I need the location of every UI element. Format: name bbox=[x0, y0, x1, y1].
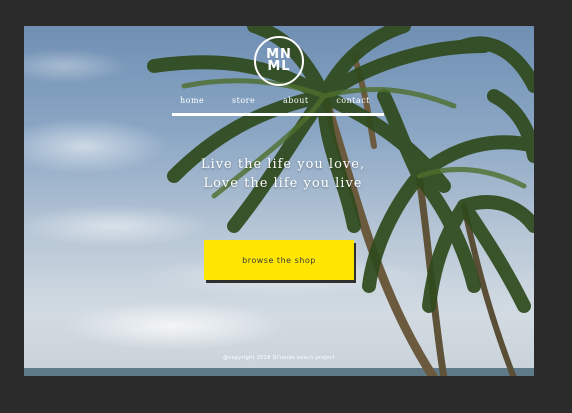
tagline-line-2: Love the life you live bbox=[203, 176, 363, 191]
tagline-line-1: Live the life you love, bbox=[200, 157, 366, 172]
hero-artboard: MNML home store about contact Live the l… bbox=[24, 26, 534, 376]
footer-copyright: @copyright 2019 Di'lands beach project bbox=[223, 355, 335, 361]
logo-text: MNML bbox=[266, 47, 292, 74]
hero-tagline: Live the life you love, Love the life yo… bbox=[174, 155, 392, 193]
browse-shop-button[interactable]: browse the shop bbox=[204, 240, 354, 280]
nav-underline bbox=[172, 113, 384, 116]
logo[interactable]: MNML bbox=[254, 36, 304, 86]
